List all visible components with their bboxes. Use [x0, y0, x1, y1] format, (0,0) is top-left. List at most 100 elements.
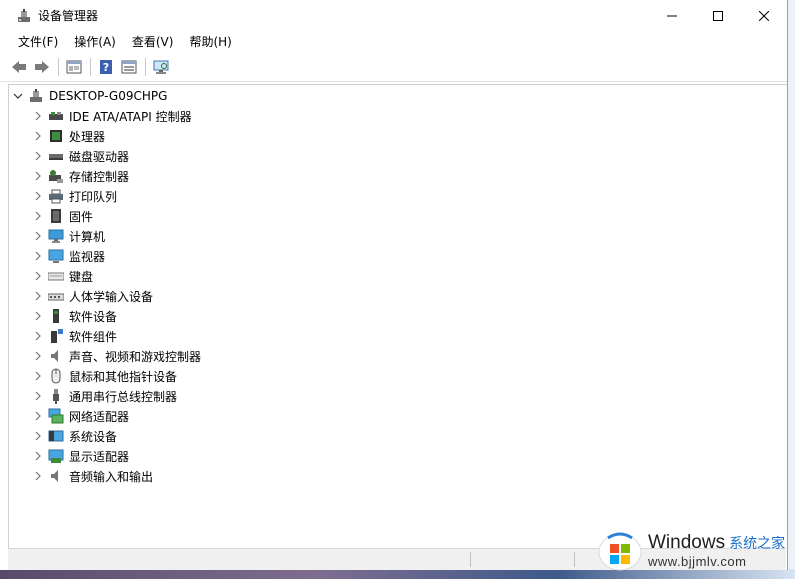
device-manager-icon — [16, 8, 32, 24]
toolbar-separator — [145, 58, 146, 76]
usb-icon — [48, 388, 64, 404]
show-hide-console-tree-button[interactable] — [63, 56, 85, 78]
chevron-right-icon[interactable] — [31, 166, 45, 186]
display-adapter-icon — [48, 448, 64, 464]
hid-icon — [48, 288, 64, 304]
tree-item[interactable]: 处理器 — [31, 126, 105, 146]
toolbar-separator — [90, 58, 91, 76]
tree-item[interactable]: 软件设备 — [31, 306, 117, 326]
tree-item[interactable]: 音频输入和输出 — [31, 466, 153, 486]
back-arrow-icon — [12, 61, 26, 73]
tree-item[interactable]: 固件 — [31, 206, 93, 226]
tree-item[interactable]: 人体学输入设备 — [31, 286, 153, 306]
chevron-right-icon[interactable] — [31, 206, 45, 226]
software-component-icon — [48, 328, 64, 344]
disk-drive-icon — [48, 148, 64, 164]
title-bar[interactable]: 设备管理器 — [0, 0, 787, 31]
device-tree[interactable]: DESKTOP-G09CHPG IDE ATA/ATAPI 控制器 处理器 磁盘… — [8, 84, 787, 549]
chevron-right-icon[interactable] — [31, 106, 45, 126]
tree-item[interactable]: 声音、视频和游戏控制器 — [31, 346, 201, 366]
svg-text:?: ? — [103, 61, 109, 74]
scan-hardware-icon — [153, 60, 169, 74]
monitor-icon — [48, 248, 64, 264]
menu-bar: 文件(F) 操作(A) 查看(V) 帮助(H) — [0, 31, 787, 53]
windows-logo-icon — [598, 532, 642, 571]
forward-arrow-icon — [35, 61, 49, 73]
properties-button[interactable] — [118, 56, 140, 78]
status-divider — [470, 552, 471, 567]
forward-button[interactable] — [31, 56, 53, 78]
help-button[interactable]: ? — [95, 56, 117, 78]
tree-item[interactable]: 键盘 — [31, 266, 93, 286]
watermark-cn: 系统之家 — [729, 535, 786, 552]
chevron-right-icon[interactable] — [31, 426, 45, 446]
menu-action[interactable]: 操作(A) — [66, 31, 124, 53]
keyboard-icon — [48, 268, 64, 284]
chevron-right-icon[interactable] — [31, 366, 45, 386]
window-title: 设备管理器 — [38, 9, 99, 23]
tree-item[interactable]: 监视器 — [31, 246, 105, 266]
system-device-icon — [48, 428, 64, 444]
firmware-icon — [48, 208, 64, 224]
computer-icon — [48, 228, 64, 244]
chevron-right-icon[interactable] — [31, 186, 45, 206]
storage-controller-icon — [48, 168, 64, 184]
toolbar-separator — [58, 58, 59, 76]
minimize-button[interactable] — [649, 0, 695, 31]
toolbar: ? — [0, 53, 787, 82]
chevron-right-icon[interactable] — [31, 266, 45, 286]
chevron-right-icon[interactable] — [31, 386, 45, 406]
mouse-icon — [48, 368, 64, 384]
close-icon — [759, 10, 769, 21]
chevron-right-icon[interactable] — [31, 226, 45, 246]
chevron-right-icon[interactable] — [31, 326, 45, 346]
tree-item[interactable]: 软件组件 — [31, 326, 117, 346]
tree-item[interactable]: 计算机 — [31, 226, 105, 246]
tree-root-node[interactable]: DESKTOP-G09CHPG — [11, 86, 167, 106]
chevron-right-icon[interactable] — [31, 246, 45, 266]
menu-help[interactable]: 帮助(H) — [181, 31, 239, 53]
help-icon: ? — [100, 60, 112, 74]
menu-view[interactable]: 查看(V) — [124, 31, 182, 53]
audio-io-icon — [48, 468, 64, 484]
menu-file[interactable]: 文件(F) — [10, 31, 66, 53]
maximize-button[interactable] — [695, 0, 741, 31]
chevron-right-icon[interactable] — [31, 286, 45, 306]
processor-icon — [48, 128, 64, 144]
watermark-url: www.bjjmlv.com — [648, 553, 747, 569]
back-button[interactable] — [8, 56, 30, 78]
tree-item[interactable]: IDE ATA/ATAPI 控制器 — [31, 106, 192, 126]
tree-item[interactable]: 磁盘驱动器 — [31, 146, 129, 166]
tree-item[interactable]: 存储控制器 — [31, 166, 129, 186]
tree-item[interactable]: 显示适配器 — [31, 446, 129, 466]
software-device-icon — [48, 308, 64, 324]
close-button[interactable] — [741, 0, 787, 31]
watermark-brand: Windows — [648, 531, 726, 553]
speaker-icon — [48, 348, 64, 364]
chevron-right-icon[interactable] — [31, 446, 45, 466]
properties-icon — [121, 60, 137, 74]
tree-item[interactable]: 网络适配器 — [31, 406, 129, 426]
chevron-down-icon[interactable] — [11, 86, 25, 106]
status-divider — [574, 552, 575, 567]
chevron-right-icon[interactable] — [31, 126, 45, 146]
watermark: Windows 系统之家 www.bjjmlv.com — [598, 524, 790, 576]
chevron-right-icon[interactable] — [31, 346, 45, 366]
chevron-right-icon[interactable] — [31, 406, 45, 426]
ide-controller-icon — [48, 108, 64, 124]
tree-item[interactable]: 系统设备 — [31, 426, 117, 446]
tree-root-label: DESKTOP-G09CHPG — [49, 89, 168, 103]
tree-item[interactable]: 鼠标和其他指针设备 — [31, 366, 177, 386]
chevron-right-icon[interactable] — [31, 146, 45, 166]
network-adapter-icon — [48, 408, 64, 424]
show-hide-tree-icon — [66, 60, 82, 74]
chevron-right-icon[interactable] — [31, 466, 45, 486]
scan-hardware-button[interactable] — [150, 56, 172, 78]
tree-item[interactable]: 通用串行总线控制器 — [31, 386, 177, 406]
device-manager-window: 设备管理器 文件(F) 操作(A) 查看(V) 帮助(H) ? DESKTOP-… — [0, 0, 788, 570]
printer-icon — [48, 188, 64, 204]
minimize-icon — [667, 15, 677, 16]
chevron-right-icon[interactable] — [31, 306, 45, 326]
tree-item[interactable]: 打印队列 — [31, 186, 117, 206]
computer-root-icon — [28, 88, 44, 104]
